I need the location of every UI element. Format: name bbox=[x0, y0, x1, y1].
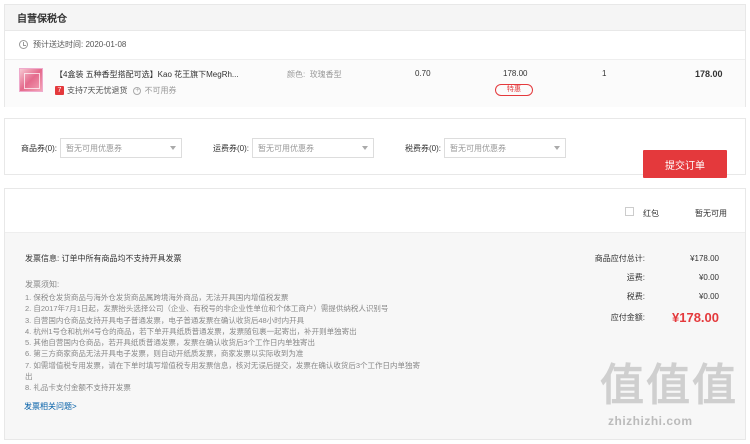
color-value: 玫瑰香型 bbox=[309, 70, 342, 79]
amount-due-value: ¥178.00 bbox=[672, 309, 719, 325]
product-price: 178.00 bbox=[503, 69, 528, 78]
shipping-coupon-select[interactable]: 暂无可用优惠券 bbox=[252, 138, 374, 158]
product-subtotal: 178.00 bbox=[695, 69, 723, 79]
submit-order-button[interactable]: 提交订单 bbox=[643, 150, 727, 178]
tax-coupon-value: 暂无可用优惠券 bbox=[450, 143, 506, 153]
discount-tag: 特惠 bbox=[495, 84, 533, 96]
invoice-note: 8. 礼品卡支付金额不支持开发票 bbox=[25, 383, 131, 393]
return-policy-text: 支持7天无忧退货 bbox=[67, 86, 128, 95]
product-quantity: 1 bbox=[602, 69, 607, 78]
color-label: 颜色: bbox=[287, 70, 306, 79]
red-packet-row: 红包 暂无可用 bbox=[5, 189, 745, 233]
goods-coupon-select[interactable]: 暂无可用优惠券 bbox=[60, 138, 182, 158]
coupon-status-text: 不可用券 bbox=[144, 86, 177, 95]
chevron-down-icon bbox=[554, 146, 560, 150]
product-name[interactable]: 【4盒装 五种香型搭配可选】Kao 花王旗下MegRh... bbox=[55, 69, 239, 80]
plus-circle-icon: + bbox=[133, 86, 142, 95]
tax-value: ¥0.00 bbox=[698, 292, 719, 301]
coupon-status: + 不可用券 bbox=[133, 85, 176, 96]
delivery-time: 预计送达时间: 2020-01-08 bbox=[5, 31, 745, 57]
goods-coupon-label: 商品券(0): bbox=[21, 143, 57, 153]
shipping-coupon-field: 运费券(0): 暂无可用优惠券 bbox=[213, 138, 374, 158]
goods-coupon-field: 商品券(0): 暂无可用优惠券 bbox=[21, 138, 182, 158]
tax-label: 税费: bbox=[626, 292, 645, 301]
goods-total-row: 商品应付总计: ¥178.00 bbox=[569, 249, 719, 268]
tax-coupon-select[interactable]: 暂无可用优惠券 bbox=[444, 138, 566, 158]
watermark: 值值值 zhizhizhi.com bbox=[600, 360, 740, 429]
red-packet-label: 红包 bbox=[643, 209, 659, 218]
product-thumbnail[interactable] bbox=[19, 68, 43, 92]
watermark-url: zhizhizhi.com bbox=[608, 414, 693, 428]
shipping-row: 运费: ¥0.00 bbox=[569, 268, 719, 287]
shipping-coupon-value: 暂无可用优惠券 bbox=[258, 143, 314, 153]
invoice-note: 1. 保税仓发货商品与海外仓发货商品属跨境海外商品，无法开具国内增值税发票 bbox=[25, 293, 289, 302]
shipping-coupon-label: 运费券(0): bbox=[213, 143, 249, 153]
shipping-value: ¥0.00 bbox=[698, 273, 719, 282]
invoice-info: 发票信息: 订单中所有商品均不支持开具发票 bbox=[25, 254, 182, 263]
clock-icon bbox=[19, 39, 28, 49]
goods-total-value: ¥178.00 bbox=[690, 254, 719, 263]
section-title: 自营保税仓 bbox=[5, 5, 745, 31]
invoice-notes-title: 发票须知: bbox=[25, 280, 60, 289]
product-color: 颜色: 玫瑰香型 bbox=[287, 69, 342, 80]
invoice-note: 5. 其他自营国内仓商品，若开具纸质普通发票，发票在确认收货后3个工作日内单独寄… bbox=[25, 338, 316, 348]
return-policy: 7 支持7天无忧退货 + 不可用券 bbox=[55, 85, 176, 96]
invoice-note: 4. 杭州1号仓和杭州4号仓的商品，若下单开具纸质普通发票，发票随包裹一起寄出，… bbox=[25, 326, 357, 336]
order-summary: 商品应付总计: ¥178.00 运费: ¥0.00 税费: ¥0.00 应付金额… bbox=[569, 249, 719, 328]
invoice-note: 出 bbox=[25, 372, 33, 382]
red-packet-value: 暂无可用 bbox=[695, 209, 727, 218]
product-row: 【4盒装 五种香型搭配可选】Kao 花王旗下MegRh... 7 支持7天无忧退… bbox=[5, 59, 745, 107]
amount-due-label: 应付金额: bbox=[610, 312, 645, 322]
invoice-notes: 1. 保税仓发货商品与海外仓发货商品属跨境海外商品，无法开具国内增值税发票 2.… bbox=[25, 292, 475, 394]
product-tax: 0.70 bbox=[415, 69, 431, 78]
chevron-down-icon bbox=[362, 146, 368, 150]
goods-total-label: 商品应付总计: bbox=[594, 254, 645, 263]
coupons-panel: 商品券(0): 暂无可用优惠券 运费券(0): 暂无可用优惠券 税费券(0): … bbox=[4, 118, 746, 175]
seven-day-return-icon: 7 bbox=[55, 86, 64, 95]
tax-coupon-field: 税费券(0): 暂无可用优惠券 bbox=[405, 138, 566, 158]
shipping-label: 运费: bbox=[626, 273, 645, 282]
invoice-faq-link[interactable]: 发票相关问题> bbox=[24, 401, 77, 412]
invoice-note: 2. 自2017年7月1日起，发票抬头选择公司（企业、有税号的非企业性单位和个体… bbox=[25, 304, 389, 314]
red-packet-checkbox[interactable] bbox=[625, 207, 634, 216]
watermark-logo: 值值值 bbox=[600, 360, 738, 411]
goods-coupon-value: 暂无可用优惠券 bbox=[66, 143, 122, 153]
invoice-note: 6. 第三方商家商品无法开具电子发票，则自动开纸质发票，商家发票以实际收到为准 bbox=[25, 349, 304, 359]
order-items-panel: 自营保税仓 预计送达时间: 2020-01-08 【4盒装 五种香型搭配可选】K… bbox=[4, 4, 746, 107]
chevron-down-icon bbox=[170, 146, 176, 150]
tax-coupon-label: 税费券(0): bbox=[405, 143, 441, 153]
invoice-note: 7. 如需增值税专用发票，请在下单时填写增值税专用发票信息，核对无误后提交，发票… bbox=[25, 360, 421, 370]
tax-row: 税费: ¥0.00 bbox=[569, 287, 719, 306]
amount-due-row: 应付金额: ¥178.00 bbox=[569, 306, 719, 328]
invoice-note: 3. 自营国内仓商品支持开具电子普通发票，电子普通发票在确认收货后48小时内开具 bbox=[25, 315, 305, 325]
delivery-label: 预计送达时间: 2020-01-08 bbox=[33, 39, 127, 49]
